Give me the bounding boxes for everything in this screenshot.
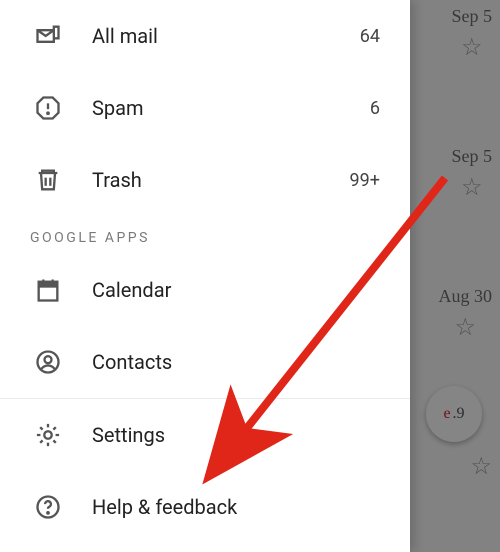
- all-mail-icon: [30, 22, 66, 50]
- nav-label: Help & feedback: [92, 495, 384, 519]
- nav-item-help[interactable]: Help & feedback: [0, 471, 410, 543]
- nav-label: Spam: [92, 96, 370, 120]
- navigation-drawer: All mail 64 Spam 6 Trash 99+ GOOGLE APPS: [0, 0, 410, 552]
- nav-item-contacts[interactable]: Contacts: [0, 326, 410, 398]
- nav-item-settings[interactable]: Settings: [0, 399, 410, 471]
- contacts-icon: [30, 348, 66, 376]
- nav-count: 64: [360, 26, 384, 47]
- nav-count: 6: [370, 98, 384, 119]
- trash-icon: [30, 166, 66, 194]
- nav-label: Trash: [92, 168, 350, 192]
- nav-label: Contacts: [92, 350, 384, 374]
- nav-label: Settings: [92, 423, 384, 447]
- spam-icon: [30, 94, 66, 122]
- section-header-google-apps: GOOGLE APPS: [0, 216, 410, 254]
- nav-count: 99+: [350, 170, 384, 191]
- nav-item-all-mail[interactable]: All mail 64: [0, 0, 410, 72]
- nav-item-trash[interactable]: Trash 99+: [0, 144, 410, 216]
- help-icon: [30, 493, 66, 521]
- nav-item-calendar[interactable]: Calendar: [0, 254, 410, 326]
- nav-item-spam[interactable]: Spam 6: [0, 72, 410, 144]
- calendar-icon: [30, 276, 66, 304]
- nav-label: All mail: [92, 24, 360, 48]
- gear-icon: [30, 421, 66, 449]
- nav-label: Calendar: [92, 278, 384, 302]
